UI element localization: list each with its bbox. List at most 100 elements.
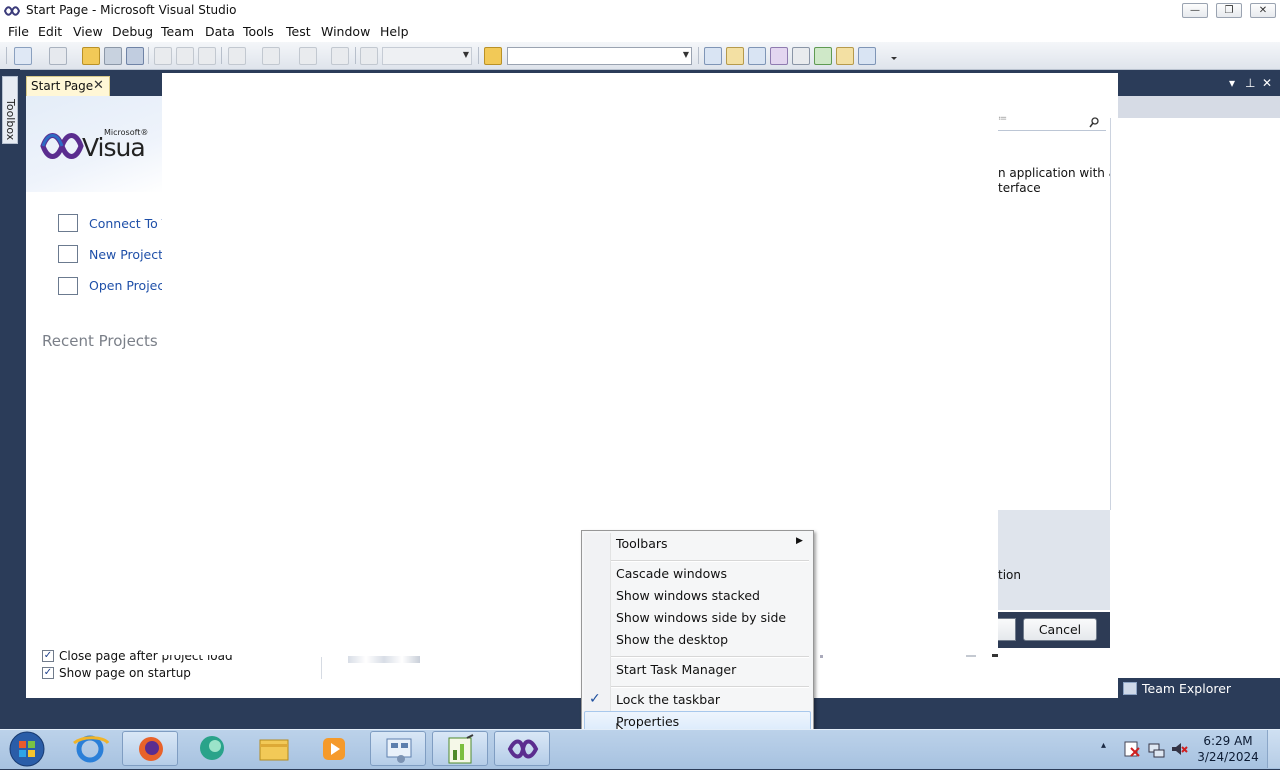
start-page-icon[interactable] xyxy=(814,47,832,65)
close-page-checkbox[interactable]: ✓ xyxy=(42,650,54,662)
toolbox-tab[interactable]: Toolbox xyxy=(2,76,18,144)
undo-icon[interactable] xyxy=(228,47,246,65)
new-project-icon xyxy=(58,245,78,263)
connect-to-team-link[interactable]: Connect To Te xyxy=(89,216,162,231)
redo-icon[interactable] xyxy=(262,47,280,65)
team-explorer-toolbar-icon[interactable] xyxy=(836,47,854,65)
clock-date: 3/24/2024 xyxy=(1197,750,1259,764)
menu-help[interactable]: Help xyxy=(380,24,409,39)
close-button[interactable]: ✕ xyxy=(1250,3,1276,18)
checkmark-icon: ✓ xyxy=(589,691,601,707)
open-file-icon[interactable] xyxy=(82,47,100,65)
toolbox-strip xyxy=(0,69,20,729)
toolbar-separator xyxy=(355,47,356,64)
navigate-backward-icon[interactable] xyxy=(299,47,317,65)
menu-item-show-windows-stacked[interactable]: Show windows stacked xyxy=(616,588,760,603)
dialog-search-input[interactable]: ≔ xyxy=(998,114,1106,131)
show-desktop-button[interactable] xyxy=(1267,730,1280,768)
menu-view[interactable]: View xyxy=(73,24,103,39)
firefox-taskbar-button[interactable] xyxy=(122,731,178,766)
minimize-button[interactable]: — xyxy=(1182,3,1208,18)
properties-window-icon[interactable] xyxy=(726,47,744,65)
menu-edit[interactable]: Edit xyxy=(38,24,62,39)
start-orb[interactable] xyxy=(8,730,46,768)
restore-button[interactable]: ❐ xyxy=(1216,3,1242,18)
system-clock[interactable]: 6:29 AM 3/24/2024 xyxy=(1196,733,1260,765)
show-on-startup-label: Show page on startup xyxy=(59,666,191,680)
cut-icon[interactable] xyxy=(154,47,172,65)
visual-studio-icon xyxy=(507,739,539,759)
menu-separator xyxy=(611,686,809,688)
media-player-taskbar-button[interactable] xyxy=(306,731,362,766)
tab-close-icon[interactable]: ✕ xyxy=(93,78,104,93)
menu-item-show-windows-side-by-side[interactable]: Show windows side by side xyxy=(616,610,786,625)
tools-icon[interactable] xyxy=(792,47,810,65)
menu-debug[interactable]: Debug xyxy=(112,24,153,39)
media-player-icon xyxy=(323,738,345,760)
file-explorer-taskbar-button[interactable] xyxy=(246,731,302,766)
menu-data[interactable]: Data xyxy=(205,24,235,39)
menu-item-start-task-manager[interactable]: Start Task Manager xyxy=(616,662,736,677)
toolwindow-close-icon[interactable]: ✕ xyxy=(1262,76,1272,90)
paste-icon[interactable] xyxy=(198,47,216,65)
internet-explorer-icon xyxy=(73,735,110,763)
toolbox-window-icon[interactable] xyxy=(770,47,788,65)
save-all-icon[interactable] xyxy=(126,47,144,65)
menu-team[interactable]: Team xyxy=(161,24,194,39)
cancel-button[interactable]: Cancel xyxy=(1023,618,1097,641)
open-project-link[interactable]: Open Project... xyxy=(89,278,162,293)
control-panel-taskbar-button[interactable] xyxy=(370,731,426,766)
volume-muted-icon[interactable] xyxy=(1170,740,1188,758)
menu-test[interactable]: Test xyxy=(286,24,311,39)
ok-button[interactable] xyxy=(998,618,1016,641)
show-hidden-icons-button[interactable]: ▴ xyxy=(1101,740,1106,751)
dialog-resize-grip[interactable] xyxy=(992,654,998,657)
save-icon[interactable] xyxy=(104,47,122,65)
dialog-description-line1: n application with a xyxy=(998,166,1110,180)
menu-separator xyxy=(611,656,809,658)
team-explorer-label: Team Explorer xyxy=(1142,681,1232,696)
command-window-icon[interactable] xyxy=(858,47,876,65)
tab-start-page[interactable]: Start Page ✕ xyxy=(26,76,110,96)
right-toolwindow-header: ▾ ⊥ ✕ xyxy=(1118,76,1280,94)
find-in-files-icon[interactable] xyxy=(484,47,502,65)
toolbox-label: Toolbox xyxy=(4,99,17,141)
right-toolwindow-toolbar xyxy=(1118,96,1280,118)
action-center-icon[interactable] xyxy=(1123,740,1141,758)
edge-taskbar-button[interactable] xyxy=(184,731,240,766)
visual-studio-logo-icon xyxy=(4,6,20,16)
object-browser-icon[interactable] xyxy=(748,47,766,65)
solution-configuration-select[interactable]: ▼ xyxy=(382,47,472,65)
dialog-resize-mark xyxy=(966,655,976,657)
menu-tools[interactable]: Tools xyxy=(243,24,274,39)
window-position-dropdown-icon[interactable]: ▾ xyxy=(1229,76,1235,90)
menu-item-lock-taskbar[interactable]: Lock the taskbar xyxy=(616,692,720,707)
menu-item-cascade-windows[interactable]: Cascade windows xyxy=(616,566,727,581)
recent-projects-heading: Recent Projects xyxy=(42,332,158,350)
copy-icon[interactable] xyxy=(176,47,194,65)
new-project-link[interactable]: New Project... xyxy=(89,247,162,262)
network-icon[interactable] xyxy=(1147,740,1165,758)
menu-item-show-desktop[interactable]: Show the desktop xyxy=(616,632,728,647)
team-explorer-tab[interactable]: Team Explorer xyxy=(1118,678,1280,700)
start-debugging-icon[interactable] xyxy=(360,47,378,65)
toolbar-separator xyxy=(148,47,149,64)
toolbar-overflow-icon[interactable] xyxy=(889,47,899,63)
title-bar: Start Page - Microsoft Visual Studio — ❐… xyxy=(0,0,1280,23)
auto-hide-pin-icon[interactable]: ⊥ xyxy=(1245,76,1255,90)
visual-studio-taskbar-button[interactable] xyxy=(494,731,550,766)
dialog-info-strip: tion xyxy=(998,510,1110,610)
submenu-arrow-icon: ▶ xyxy=(796,536,803,546)
new-project-toolbar-icon[interactable] xyxy=(14,47,32,65)
dialog-description-line2: terface xyxy=(998,181,1041,195)
menu-window[interactable]: Window xyxy=(321,24,370,39)
internet-explorer-taskbar-button[interactable] xyxy=(62,731,118,766)
solution-explorer-icon[interactable] xyxy=(704,47,722,65)
menu-file[interactable]: File xyxy=(8,24,29,39)
chart-app-taskbar-button[interactable] xyxy=(432,731,488,766)
find-combo-input[interactable]: ▼ xyxy=(507,47,692,65)
menu-item-toolbars[interactable]: Toolbars xyxy=(616,536,668,551)
navigate-forward-icon[interactable] xyxy=(331,47,349,65)
add-item-icon[interactable] xyxy=(49,47,67,65)
show-on-startup-checkbox[interactable]: ✓ xyxy=(42,667,54,679)
